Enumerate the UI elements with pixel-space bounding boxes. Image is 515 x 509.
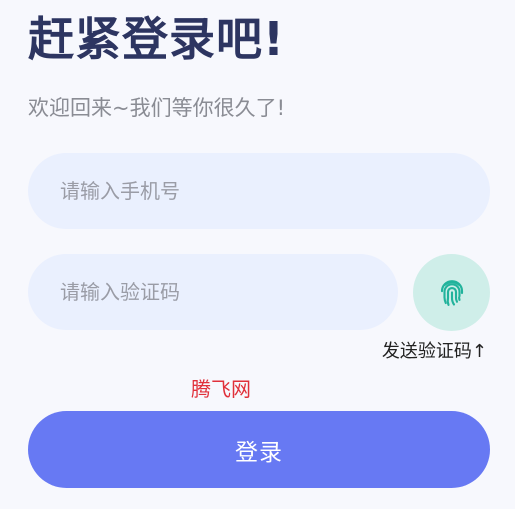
send-code-link[interactable]: 发送验证码↑ [382,340,487,364]
fingerprint-button[interactable] [413,254,490,331]
page-title: 赶紧登录吧! [28,12,285,66]
phone-input[interactable] [60,153,490,229]
login-button[interactable]: 登录 [28,411,490,488]
phone-field-container [28,153,490,229]
verification-code-input[interactable] [60,254,398,330]
watermark-text: 腾飞网 [191,377,251,401]
fingerprint-icon [440,279,463,306]
page-subtitle: 欢迎回来~我们等你很久了! [28,96,286,120]
code-field-container [28,254,398,330]
